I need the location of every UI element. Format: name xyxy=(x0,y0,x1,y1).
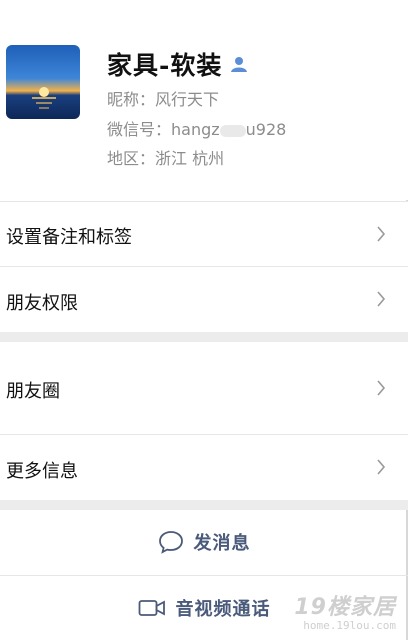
chevron-right-icon xyxy=(377,459,386,475)
wechat-id-text: 微信号：hangz u928 xyxy=(107,116,286,140)
section-gap xyxy=(0,500,408,510)
blur-mark xyxy=(219,124,246,137)
menu-item-label: 朋友权限 xyxy=(6,293,78,314)
menu-item-remark-tags[interactable]: 设置备注和标签 xyxy=(0,202,408,266)
video-call-label: 音视频通话 xyxy=(175,599,271,620)
section-gap xyxy=(0,332,408,342)
sunset-avatar-image xyxy=(6,45,80,119)
menu-item-friend-permissions[interactable]: 朋友权限 xyxy=(0,267,408,332)
chevron-right-icon xyxy=(377,380,386,396)
chat-bubble-icon xyxy=(158,531,183,554)
video-camera-icon xyxy=(138,600,165,616)
menu-item-label: 朋友圈 xyxy=(6,381,60,402)
avatar[interactable] xyxy=(6,45,80,119)
region-text: 地区：浙江 杭州 xyxy=(107,149,225,168)
wechat-id-suffix: u928 xyxy=(245,120,287,139)
wechat-id-prefix: 微信号：hangz xyxy=(107,120,220,139)
watermark-url: home.19lou.com xyxy=(303,619,396,632)
menu-item-more-info[interactable]: 更多信息 xyxy=(0,435,408,500)
profile-name: 家具-软装 xyxy=(107,51,223,80)
send-message-button[interactable]: 发消息 xyxy=(0,510,408,574)
profile-header: 家具-软装 昵称：风行天下 微信号：hangz u928 地区：浙江 杭州 xyxy=(0,0,408,200)
chevron-right-icon xyxy=(377,226,386,242)
chevron-right-icon xyxy=(377,291,386,307)
menu-item-label: 更多信息 xyxy=(6,461,78,482)
menu-item-label: 设置备注和标签 xyxy=(6,227,132,248)
person-badge-icon xyxy=(231,57,248,72)
watermark-logo: 19楼家居 xyxy=(294,595,396,620)
send-message-label: 发消息 xyxy=(193,533,251,554)
watermark: 19楼家居 home.19lou.com xyxy=(294,589,396,632)
menu-item-moments[interactable]: 朋友圈 xyxy=(0,342,408,434)
nickname-text: 昵称：风行天下 xyxy=(107,90,220,109)
